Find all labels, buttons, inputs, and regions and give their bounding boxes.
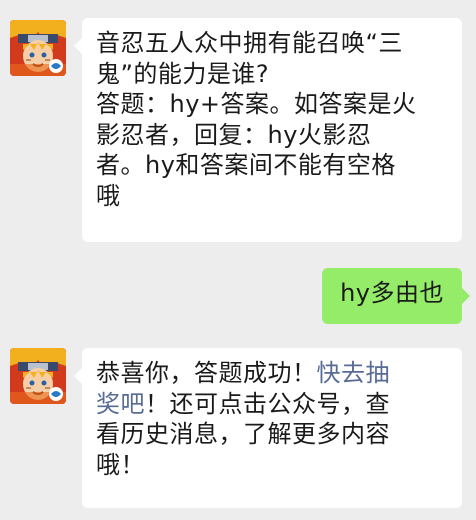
- message-line: 奖吧！还可点击公众号，查: [96, 389, 448, 420]
- lottery-link[interactable]: 奖吧: [96, 390, 145, 418]
- message-line: 看历史消息，了解更多内容: [96, 420, 390, 448]
- naruto-avatar-icon[interactable]: [10, 20, 66, 76]
- chat-window: 音忍五人众中拥有能召唤“三 鬼”的能力是谁? 答题：hy+答案。如答案是火 影忍…: [0, 0, 476, 520]
- lottery-link[interactable]: 快去抽: [317, 359, 391, 387]
- message-text: ！还可点击公众号，查: [145, 389, 390, 418]
- message-line: 哦: [96, 181, 121, 210]
- message-line: 哦！: [96, 450, 145, 479]
- message-line: 恭喜你，答题成功！快去抽: [96, 358, 448, 389]
- message-line: 者。hy和答案间不能有空格: [96, 151, 396, 179]
- message-text: 恭喜你，答题成功！: [96, 359, 317, 387]
- message-bubble-question: 音忍五人众中拥有能召唤“三 鬼”的能力是谁? 答题：hy+答案。如答案是火 影忍…: [74, 18, 462, 242]
- message-line: 答题：hy+答案。如答案是火: [96, 90, 417, 118]
- reply-text: hy多由也: [340, 279, 444, 307]
- message-line: 鬼”的能力是谁?: [96, 59, 270, 88]
- message-bubble-confirmation: 恭喜你，答题成功！快去抽 奖吧！还可点击公众号，查 看历史消息，了解更多内容 哦…: [74, 348, 462, 508]
- message-line: 音忍五人众中拥有能召唤“三: [96, 29, 403, 57]
- naruto-avatar-icon[interactable]: [10, 348, 66, 404]
- message-line: 影忍者，回复：hy火影忍: [96, 120, 372, 149]
- message-bubble-reply: hy多由也: [322, 268, 470, 324]
